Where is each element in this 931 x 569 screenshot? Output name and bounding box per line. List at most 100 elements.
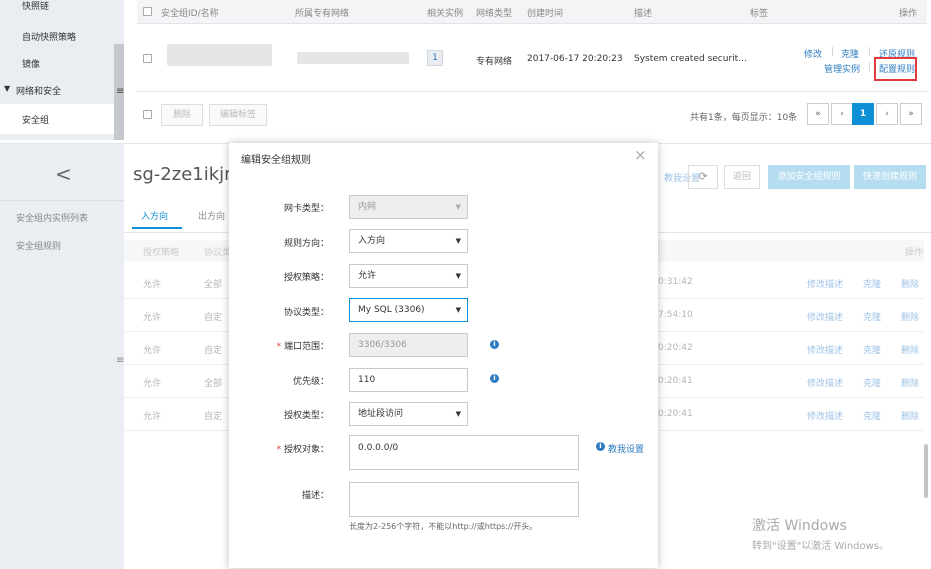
auth-type-select[interactable]: 地址段访问 ▼ xyxy=(349,402,468,426)
auth-target-textarea[interactable]: 0.0.0.0/0 xyxy=(349,435,579,470)
direction-select[interactable]: 入方向 ▼ xyxy=(349,229,468,253)
scrollbar-thumb[interactable] xyxy=(924,444,928,498)
description-textarea[interactable] xyxy=(349,482,579,517)
rule-policy: 允许 xyxy=(143,412,162,422)
protocol-select[interactable]: My SQL (3306) ▼ xyxy=(349,298,468,322)
pager-first-button[interactable]: « xyxy=(807,103,829,125)
row-description: System created securit... xyxy=(634,54,747,64)
sidebar-item-group-rules[interactable]: 安全组规则 xyxy=(16,239,61,252)
rule-protocol: 全部 xyxy=(204,280,223,290)
modify-link[interactable]: 修改 xyxy=(804,47,822,60)
config-rules-link[interactable]: 配置规则 xyxy=(879,62,915,75)
rule-protocol: 自定 xyxy=(204,412,223,422)
protocol-label: 协议类型： xyxy=(283,308,329,318)
menu-icon[interactable]: ≡ xyxy=(116,86,124,97)
port-range-input[interactable]: 3306/3306 xyxy=(349,333,468,357)
delete-link[interactable]: 删除 xyxy=(901,376,919,389)
watermark-line-2: 转到"设置"以激活 Windows。 xyxy=(752,541,890,552)
caret-down-icon: ▼ xyxy=(455,306,461,314)
direction-label: 规则方向： xyxy=(283,239,329,249)
sidebar-item-auto-snapshot-policy[interactable]: 自动快照策略 xyxy=(22,30,76,43)
nic-type-select[interactable]: 内网 ▼ xyxy=(349,195,468,219)
th-vpc: 所属专有网络 xyxy=(295,9,350,19)
instance-count-badge[interactable]: 1 xyxy=(427,50,443,66)
clone-link[interactable]: 克隆 xyxy=(841,47,859,60)
auth-target-value: 0.0.0.0/0 xyxy=(358,443,399,453)
delete-button[interactable]: 删除 xyxy=(161,104,203,126)
tab-inbound[interactable]: 入方向 xyxy=(141,209,168,222)
clone-link[interactable]: 克隆 xyxy=(863,310,881,323)
caret-down-icon: ▼ xyxy=(4,84,11,93)
refresh-icon[interactable]: ⟳ xyxy=(688,165,718,189)
caret-down-icon: ▼ xyxy=(455,203,461,211)
back-arrow-icon[interactable]: < xyxy=(55,162,72,186)
clone-link[interactable]: 克隆 xyxy=(863,409,881,422)
modify-desc-link[interactable]: 修改描述 xyxy=(807,277,843,290)
direction-value: 入方向 xyxy=(358,236,386,246)
close-icon[interactable]: × xyxy=(634,146,647,164)
edit-tags-button[interactable]: 编辑标签 xyxy=(209,104,267,126)
pager-last-button[interactable]: » xyxy=(900,103,922,125)
modify-desc-link[interactable]: 修改描述 xyxy=(807,376,843,389)
clone-link[interactable]: 克隆 xyxy=(863,343,881,356)
table-row: 1 专有网络 2017-06-17 20:20:23 System create… xyxy=(137,24,927,92)
info-icon[interactable]: i xyxy=(490,340,499,349)
th-id-name: 安全组ID/名称 xyxy=(161,9,219,19)
modify-desc-link[interactable]: 修改描述 xyxy=(807,343,843,356)
rule-policy: 允许 xyxy=(143,379,162,389)
separator: | xyxy=(868,62,872,72)
rule-protocol: 自定 xyxy=(204,346,223,356)
th-tags: 标签 xyxy=(750,9,769,19)
info-icon: i xyxy=(596,442,605,451)
tab-outbound[interactable]: 出方向 xyxy=(198,209,225,222)
protocol-value: My SQL (3306) xyxy=(358,305,425,315)
auth-type-value: 地址段访问 xyxy=(358,409,404,419)
edit-rule-dialog: 编辑安全组规则 × 网卡类型： 内网 ▼ 规则方向： 入方向 ▼ 授权策略： 允许 ▼… xyxy=(229,143,658,568)
delete-link[interactable]: 删除 xyxy=(901,343,919,356)
add-rule-button[interactable]: 添加安全组规则 xyxy=(768,165,850,189)
port-label-text: 端口范围： xyxy=(283,342,329,352)
caret-down-icon: ▼ xyxy=(455,237,461,245)
nic-label: 网卡类型： xyxy=(283,204,329,214)
info-icon[interactable]: i xyxy=(490,374,499,383)
pager-page-1[interactable]: 1 xyxy=(852,103,874,125)
th-actions: 操作 xyxy=(899,9,918,19)
back-button[interactable]: 返回 xyxy=(724,165,760,189)
footer-checkbox[interactable] xyxy=(143,110,152,119)
rule-protocol: 全部 xyxy=(204,379,223,389)
rule-time: 0:20:41 xyxy=(658,409,693,419)
manage-instances-link[interactable]: 管理实例 xyxy=(824,62,860,75)
sidebar-item-snapshot-chain[interactable]: 快照链 xyxy=(22,0,49,12)
select-all-checkbox[interactable] xyxy=(143,7,152,16)
teach-me-link[interactable]: 教我设置 xyxy=(608,442,644,455)
rule-policy: 允许 xyxy=(143,280,162,290)
delete-link[interactable]: 删除 xyxy=(901,277,919,290)
delete-link[interactable]: 删除 xyxy=(901,310,919,323)
delete-link[interactable]: 删除 xyxy=(901,409,919,422)
pager-prev-button[interactable]: ‹ xyxy=(831,103,853,125)
divider xyxy=(0,200,124,201)
th-actions: 操作 xyxy=(905,248,924,258)
priority-input[interactable]: 110 xyxy=(349,368,468,392)
top-panel: 快照链 自动快照策略 镜像 ▼ 网络和安全 安全组 ≡ 安全组ID/名称 所属专… xyxy=(0,0,931,140)
clone-link[interactable]: 克隆 xyxy=(863,376,881,389)
modify-desc-link[interactable]: 修改描述 xyxy=(807,310,843,323)
sidebar-item-instances-in-group[interactable]: 安全组内实例列表 xyxy=(16,211,88,224)
pager-next-button[interactable]: › xyxy=(876,103,898,125)
policy-select[interactable]: 允许 ▼ xyxy=(349,264,468,288)
clone-link[interactable]: 克隆 xyxy=(863,277,881,290)
th-description: 描述 xyxy=(634,9,653,19)
caret-down-icon: ▼ xyxy=(455,410,461,418)
rule-time: 0:20:42 xyxy=(658,343,693,353)
sidebar-item-security-group-active[interactable]: 安全组 xyxy=(0,104,124,134)
auth-type-label: 授权类型： xyxy=(283,411,329,421)
th-created: 创建时间 xyxy=(527,9,564,19)
network-type: 专有网络 xyxy=(476,57,513,67)
row-checkbox[interactable] xyxy=(143,54,152,63)
sidebar-item-images[interactable]: 镜像 xyxy=(22,57,40,70)
tab-active-underline xyxy=(132,227,182,229)
separator: | xyxy=(868,47,872,57)
sidebar-group-network-security[interactable]: 网络和安全 xyxy=(16,84,61,97)
quick-rule-button[interactable]: 快速创建规则 xyxy=(854,165,926,189)
modify-desc-link[interactable]: 修改描述 xyxy=(807,409,843,422)
